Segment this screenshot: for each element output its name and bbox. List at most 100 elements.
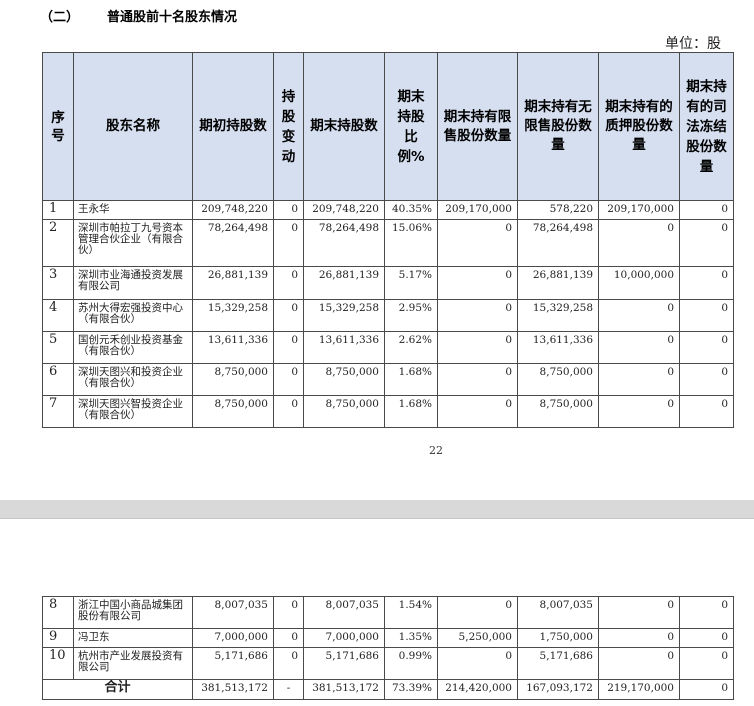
shareholder-table-page2: 8 浙江中国小商品城集团股份有限公司 8,007,035 0 8,007,035…: [42, 596, 734, 700]
section-heading: （二） 普通股前十名股东情况: [40, 6, 237, 25]
page-number: 22: [429, 444, 443, 457]
cell-start-shares: 13,611,336: [192, 331, 274, 364]
cell-ratio: 15.06%: [384, 219, 438, 267]
table-row: 8 浙江中国小商品城集团股份有限公司 8,007,035 0 8,007,035…: [42, 596, 734, 629]
cell-end-shares: 78,264,498: [303, 219, 385, 267]
cell-frozen: 0: [679, 395, 734, 428]
cell-pledged: 0: [598, 647, 680, 680]
cell-seq: 2: [42, 219, 74, 267]
table-row: 6 深圳天图兴和投资企业（有限合伙） 8,750,000 0 8,750,000…: [42, 363, 734, 396]
cell-holder-name: 国创元禾创业投资基金（有限合伙）: [73, 331, 193, 364]
total-frozen: 0: [679, 679, 734, 700]
cell-frozen: 0: [679, 299, 734, 332]
cell-restricted: 0: [437, 363, 518, 396]
cell-holder-name: 浙江中国小商品城集团股份有限公司: [73, 596, 193, 629]
cell-holder-name: 深圳市业海通投资发展有限公司: [73, 266, 193, 300]
cell-unrestricted: 13,611,336: [517, 331, 599, 364]
cell-frozen: 0: [679, 200, 734, 220]
cell-ratio: 1.68%: [384, 395, 438, 428]
cell-restricted: 5,250,000: [437, 628, 518, 648]
cell-change: 0: [273, 647, 304, 680]
cell-start-shares: 8,007,035: [192, 596, 274, 629]
cell-change: 0: [273, 628, 304, 648]
cell-restricted: 0: [437, 219, 518, 267]
unit-label: 单位：股: [665, 36, 721, 52]
header-seq: 序号: [42, 52, 74, 201]
cell-seq: 5: [42, 331, 74, 364]
cell-pledged: 0: [598, 219, 680, 267]
total-label: 合计: [42, 679, 193, 700]
page-break: [0, 500, 754, 519]
page-break-line: [0, 518, 754, 519]
cell-frozen: 0: [679, 266, 734, 300]
cell-ratio: 40.35%: [384, 200, 438, 220]
header-start-shares: 期初持股数: [192, 52, 274, 201]
cell-holder-name: 深圳天图兴和投资企业（有限合伙）: [73, 363, 193, 396]
cell-end-shares: 15,329,258: [303, 299, 385, 332]
cell-end-shares: 8,750,000: [303, 363, 385, 396]
cell-unrestricted: 26,881,139: [517, 266, 599, 300]
cell-holder-name: 深圳天图兴智投资企业（有限合伙）: [73, 395, 193, 428]
cell-start-shares: 209,748,220: [192, 200, 274, 220]
header-end-ratio: 期末持股比例%: [384, 52, 438, 201]
cell-ratio: 2.95%: [384, 299, 438, 332]
cell-end-shares: 5,171,686: [303, 647, 385, 680]
total-row: 合计 381,513,172 - 381,513,172 73.39% 214,…: [42, 679, 734, 700]
cell-seq: 9: [42, 628, 74, 648]
total-end-shares: 381,513,172: [303, 679, 385, 700]
cell-frozen: 0: [679, 363, 734, 396]
cell-frozen: 0: [679, 596, 734, 629]
header-restricted: 期末持有限售股份数量: [437, 52, 518, 201]
cell-frozen: 0: [679, 219, 734, 267]
table-row: 2 深圳市帕拉丁九号资本管理合伙企业（有限合伙） 78,264,498 0 78…: [42, 219, 734, 267]
cell-change: 0: [273, 200, 304, 220]
cell-pledged: 0: [598, 331, 680, 364]
header-pledged: 期末持有的质押股份数量: [598, 52, 680, 201]
cell-seq: 1: [42, 200, 74, 220]
cell-seq: 4: [42, 299, 74, 332]
cell-restricted: 0: [437, 647, 518, 680]
total-start-shares: 381,513,172: [192, 679, 274, 700]
cell-ratio: 5.17%: [384, 266, 438, 300]
table-row: 9 冯卫东 7,000,000 0 7,000,000 1.35% 5,250,…: [42, 628, 734, 648]
cell-unrestricted: 8,750,000: [517, 363, 599, 396]
cell-start-shares: 26,881,139: [192, 266, 274, 300]
table-row: 4 苏州大得宏强投资中心（有限合伙） 15,329,258 0 15,329,2…: [42, 299, 734, 332]
cell-pledged: 209,170,000: [598, 200, 680, 220]
cell-pledged: 0: [598, 395, 680, 428]
cell-change: 0: [273, 299, 304, 332]
table-row: 3 深圳市业海通投资发展有限公司 26,881,139 0 26,881,139…: [42, 266, 734, 300]
cell-seq: 3: [42, 266, 74, 300]
cell-restricted: 209,170,000: [437, 200, 518, 220]
cell-restricted: 0: [437, 395, 518, 428]
cell-restricted: 0: [437, 596, 518, 629]
cell-start-shares: 5,171,686: [192, 647, 274, 680]
shareholder-table-page1: 序号 股东名称 期初持股数 持股变动 期末持股数 期末持股比例% 期末持有限售股…: [42, 52, 734, 428]
cell-seq: 8: [42, 596, 74, 629]
cell-frozen: 0: [679, 331, 734, 364]
cell-unrestricted: 15,329,258: [517, 299, 599, 332]
cell-ratio: 2.62%: [384, 331, 438, 364]
cell-end-shares: 26,881,139: [303, 266, 385, 300]
total-change: -: [273, 679, 304, 700]
cell-change: 0: [273, 219, 304, 267]
header-end-shares: 期末持股数: [303, 52, 385, 201]
cell-change: 0: [273, 395, 304, 428]
cell-holder-name: 苏州大得宏强投资中心（有限合伙）: [73, 299, 193, 332]
cell-unrestricted: 578,220: [517, 200, 599, 220]
cell-restricted: 0: [437, 299, 518, 332]
cell-seq: 10: [42, 647, 74, 680]
cell-holder-name: 深圳市帕拉丁九号资本管理合伙企业（有限合伙）: [73, 219, 193, 267]
cell-start-shares: 15,329,258: [192, 299, 274, 332]
cell-ratio: 1.35%: [384, 628, 438, 648]
cell-unrestricted: 1,750,000: [517, 628, 599, 648]
cell-frozen: 0: [679, 647, 734, 680]
cell-end-shares: 8,007,035: [303, 596, 385, 629]
cell-start-shares: 8,750,000: [192, 363, 274, 396]
cell-holder-name: 杭州市产业发展投资有限公司: [73, 647, 193, 680]
cell-change: 0: [273, 331, 304, 364]
cell-frozen: 0: [679, 628, 734, 648]
table-row: 7 深圳天图兴智投资企业（有限合伙） 8,750,000 0 8,750,000…: [42, 395, 734, 428]
header-share-change: 持股变动: [273, 52, 304, 201]
cell-change: 0: [273, 266, 304, 300]
